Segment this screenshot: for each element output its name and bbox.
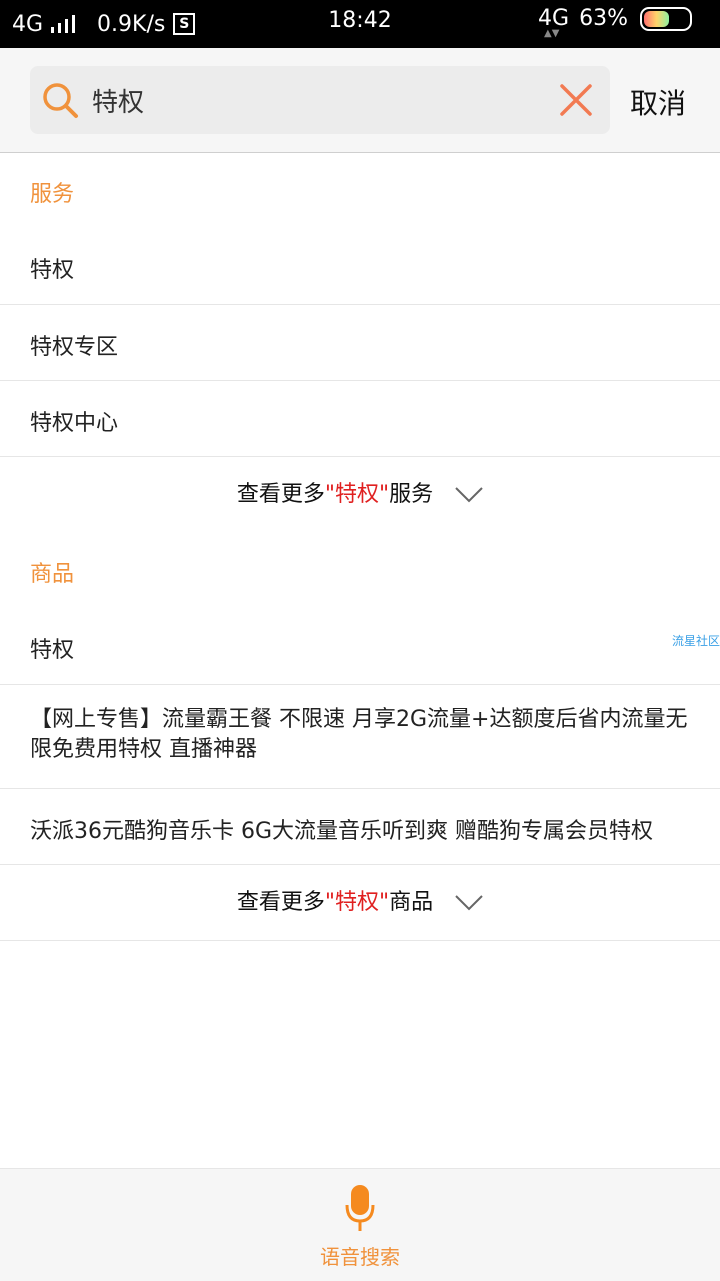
list-item[interactable]: 沃派36元酷狗音乐卡 6G大流量音乐听到爽 赠酷狗专属会员特权 <box>0 789 720 865</box>
list-item-label: 特权 <box>30 258 75 283</box>
more-suffix: 商品 <box>389 890 434 915</box>
list-item-label: 沃派36元酷狗音乐卡 6G大流量音乐听到爽 赠酷狗专属会员特权 <box>30 819 654 844</box>
list-item-label: 【网上专售】流量霸王餐 不限速 月享2G流量+达额度后省内流量无限免费用特权 直… <box>30 707 688 762</box>
search-box[interactable] <box>30 66 610 134</box>
search-icon <box>43 83 78 118</box>
more-prefix: 查看更多 <box>236 482 325 507</box>
more-services-label: 查看更多 "特权" 服务 <box>237 457 483 533</box>
voice-search-label: 语音搜索 <box>320 1245 400 1269</box>
list-item[interactable]: 特权中心 <box>0 381 720 457</box>
list-item-label: 特权 <box>30 638 75 663</box>
chevron-down-icon <box>455 487 483 503</box>
battery-icon <box>640 6 692 31</box>
list-item[interactable]: 【网上专售】流量霸王餐 不限速 月享2G流量+达额度后省内流量无限免费用特权 直… <box>0 685 720 789</box>
list-item[interactable]: 特权 <box>0 228 720 305</box>
mic-icon <box>345 1185 375 1231</box>
more-keyword: "特权" <box>324 890 390 915</box>
status-bar: 4G 0.9K/s S 18:42 4G ▲▼ 63% <box>0 0 720 48</box>
list-item[interactable]: 特权 流星社区 <box>0 608 720 685</box>
search-header: 取消 <box>0 48 720 153</box>
data-arrows-icon: ▲▼ <box>544 28 560 39</box>
close-icon[interactable] <box>556 80 596 120</box>
more-products-button[interactable]: 查看更多 "特权" 商品 <box>0 865 720 941</box>
status-right: 4G ▲▼ 63% <box>538 6 692 39</box>
cancel-button[interactable]: 取消 <box>630 82 686 122</box>
bottom-bar: 语音搜索 <box>0 1168 720 1281</box>
more-suffix: 服务 <box>389 482 434 507</box>
more-keyword: "特权" <box>324 482 390 507</box>
list-item[interactable]: 特权专区 <box>0 305 720 381</box>
more-prefix: 查看更多 <box>236 890 325 915</box>
list-item-label: 特权中心 <box>30 411 119 436</box>
network-type-right: 4G ▲▼ <box>538 6 569 39</box>
chevron-down-icon <box>455 895 483 911</box>
battery-fill <box>644 10 669 27</box>
side-tag: 流星社区 <box>671 634 720 648</box>
section-title-products: 商品 <box>30 562 75 587</box>
section-title-services: 服务 <box>30 182 75 207</box>
list-item-label: 特权专区 <box>30 335 119 360</box>
more-services-button[interactable]: 查看更多 "特权" 服务 <box>0 457 720 533</box>
more-products-label: 查看更多 "特权" 商品 <box>237 865 483 941</box>
voice-search-button[interactable]: 语音搜索 <box>0 1183 720 1270</box>
search-input[interactable] <box>92 80 542 120</box>
battery-percent: 63% <box>579 6 628 31</box>
